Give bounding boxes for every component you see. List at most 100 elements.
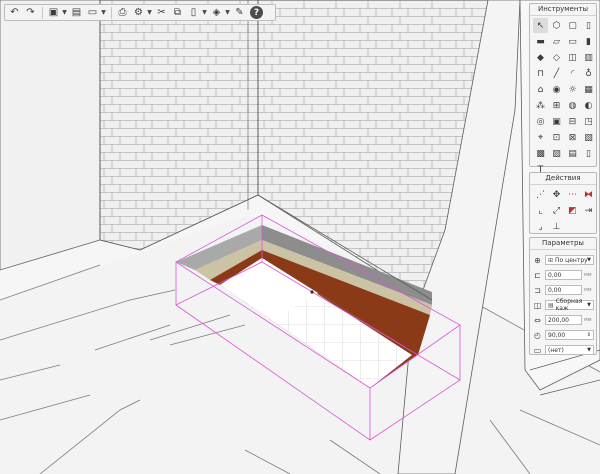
- node-tool-icon[interactable]: ⬡: [549, 18, 564, 33]
- grid-icon: ⊞: [548, 256, 554, 264]
- params-panel: Параметры ⊕ ⊞ По центру ▼ ⊏ 0,00 мм ⊐ 0,…: [529, 237, 597, 355]
- unit-label: мм: [584, 317, 592, 323]
- alignment-icon: ⊕: [534, 255, 541, 265]
- lamp-tool-icon[interactable]: ☼: [565, 82, 580, 97]
- camera-tool-icon[interactable]: ◎: [533, 114, 548, 129]
- line-tool-icon[interactable]: ╱: [549, 66, 564, 81]
- undo-icon[interactable]: ↶: [7, 6, 22, 20]
- offset-icon[interactable]: ⌟: [533, 219, 548, 234]
- angle-icon: ◴: [534, 330, 541, 340]
- offset-y-value: 0,00: [548, 286, 562, 294]
- beam-tool-icon[interactable]: ◆: [533, 50, 548, 65]
- param-alignment-row: ⊕ ⊞ По центру ▼: [530, 253, 596, 267]
- roof-tool-icon[interactable]: ◇: [549, 50, 564, 65]
- offset-y-icon: ⊐: [534, 285, 541, 295]
- save-icon[interactable]: ▭: [85, 6, 100, 20]
- thickness-field[interactable]: 200,00: [545, 315, 582, 325]
- param-thickness-row: ⇔ 200,00 мм: [530, 313, 596, 327]
- slab-tool-icon[interactable]: ▱: [549, 34, 564, 49]
- print-icon[interactable]: ⎙: [115, 6, 130, 20]
- niche-tool-icon[interactable]: ⊡: [549, 130, 564, 145]
- paste-icon[interactable]: ▯: [186, 6, 201, 20]
- profile-icon: ◫: [533, 300, 542, 310]
- material-tool-icon[interactable]: ◍: [565, 98, 580, 113]
- chevron-down-icon[interactable]: ▼: [202, 6, 207, 20]
- open-icon[interactable]: ▤: [69, 6, 84, 20]
- trim-tool-icon[interactable]: ▧: [581, 130, 596, 145]
- panel-tool-icon[interactable]: ▭: [565, 34, 580, 49]
- layers-icon: ▤: [548, 301, 554, 309]
- extend-icon[interactable]: ⇥: [581, 203, 596, 218]
- tools-icon[interactable]: ✎: [232, 6, 247, 20]
- corner-icon[interactable]: ⌞: [533, 203, 548, 218]
- param-offset-y-row: ⊐ 0,00 мм: [530, 283, 596, 297]
- param-extra-row: ▭ (нет) ▼: [530, 343, 596, 357]
- recess-tool-icon[interactable]: ⊠: [565, 130, 580, 145]
- object-tool-icon[interactable]: ♁: [581, 66, 596, 81]
- select-tool-icon[interactable]: ↖: [533, 18, 548, 33]
- plumbing-tool-icon[interactable]: ◉: [549, 82, 564, 97]
- group-tool-icon[interactable]: ⁂: [533, 98, 548, 113]
- main-toolbar: ↶ ↷ ▣ ▼ ▤ ▭ ▼ ⎙ ⚙ ▼ ✂ ⧉ ▯ ▼ ◈ ▼ ✎ ?: [4, 4, 276, 21]
- thickness-icon: ⇔: [534, 315, 541, 325]
- rectangle-tool-icon[interactable]: ▢: [565, 18, 580, 33]
- tools-grid: ↖ ⬡ ▢ ▯ ▬ ▱ ▭ ▮ ◆ ◇ ◫ ▥ ⊓ ╱ ◜ ♁ ⌂ ◉ ☼ ▦ …: [530, 16, 596, 179]
- wall-tool-icon[interactable]: ▬: [533, 34, 548, 49]
- arc-tool-icon[interactable]: ◜: [565, 66, 580, 81]
- mirror-icon[interactable]: ⧓: [581, 187, 596, 202]
- cabinet-tool-icon[interactable]: ▯: [581, 146, 596, 161]
- zone-tool-icon[interactable]: ▦: [581, 82, 596, 97]
- door-tool-icon[interactable]: ▯: [581, 18, 596, 33]
- cut-tool-icon[interactable]: ⌖: [533, 130, 548, 145]
- extra-select[interactable]: (нет) ▼: [545, 345, 594, 355]
- chevron-down-icon[interactable]: ▼: [147, 6, 152, 20]
- toolbar-divider: [42, 6, 43, 19]
- chevron-down-icon[interactable]: ▼: [101, 6, 106, 20]
- stepper-icon: ⇕: [586, 332, 591, 338]
- array-icon[interactable]: ⊥: [549, 219, 564, 234]
- offset-x-value: 0,00: [548, 271, 562, 279]
- pattern-tool-icon[interactable]: ▨: [549, 146, 564, 161]
- chevron-down-icon[interactable]: ▼: [62, 6, 67, 20]
- hole-tool-icon[interactable]: ⊟: [565, 114, 580, 129]
- align-icon[interactable]: ⋰: [533, 187, 548, 202]
- border-tool-icon[interactable]: ▩: [533, 146, 548, 161]
- grid-tool-icon[interactable]: ▤: [565, 146, 580, 161]
- rotate-icon[interactable]: ⤢: [549, 203, 564, 218]
- distribute-icon[interactable]: ⋯: [565, 187, 580, 202]
- alignment-select[interactable]: ⊞ По центру ▼: [545, 255, 594, 265]
- redo-icon[interactable]: ↷: [23, 6, 38, 20]
- offset-x-field[interactable]: 0,00: [545, 270, 582, 280]
- actions-panel: Действия ⋰ ✥ ⋯ ⧓ ⌞ ⤢ ◩ ⇥ ⌟ ⊥: [529, 172, 597, 234]
- window-tool-icon[interactable]: ◫: [565, 50, 580, 65]
- railing-tool-icon[interactable]: ⊓: [533, 66, 548, 81]
- tools-panel: Инструменты ↖ ⬡ ▢ ▯ ▬ ▱ ▭ ▮ ◆ ◇ ◫ ▥ ⊓ ╱ …: [529, 3, 597, 175]
- opening-tool-icon[interactable]: ◳: [581, 114, 596, 129]
- layers-icon[interactable]: ◈: [209, 6, 224, 20]
- box-tool-icon[interactable]: ▣: [549, 114, 564, 129]
- column-tool-icon[interactable]: ▮: [581, 34, 596, 49]
- extra-value: (нет): [548, 346, 564, 354]
- settings-icon[interactable]: ⚙: [131, 6, 146, 20]
- actions-panel-title: Действия: [530, 173, 596, 185]
- snap-icon[interactable]: ◩: [565, 203, 580, 218]
- param-offset-x-row: ⊏ 0,00 мм: [530, 268, 596, 282]
- stair-tool-icon[interactable]: ▥: [581, 50, 596, 65]
- angle-value: 90,00: [548, 331, 566, 339]
- viewport-3d[interactable]: [0, 0, 600, 474]
- dimension-tool-icon[interactable]: ⊞: [549, 98, 564, 113]
- copy-icon[interactable]: ⧉: [170, 6, 185, 20]
- param-angle-row: ◴ 90,00 ⇕: [530, 328, 596, 342]
- tools-panel-title: Инструменты: [530, 4, 596, 16]
- help-icon[interactable]: ?: [250, 6, 263, 19]
- profile-select[interactable]: ▤ Сборная каж ▼: [545, 298, 594, 312]
- angle-field[interactable]: 90,00 ⇕: [545, 330, 594, 340]
- view3d-icon[interactable]: ▣: [46, 6, 61, 20]
- chevron-down-icon[interactable]: ▼: [225, 6, 230, 20]
- texture-tool-icon[interactable]: ◐: [581, 98, 596, 113]
- params-panel-title: Параметры: [530, 238, 596, 250]
- move-icon[interactable]: ✥: [549, 187, 564, 202]
- offset-y-field[interactable]: 0,00: [545, 285, 582, 295]
- furniture-tool-icon[interactable]: ⌂: [533, 82, 548, 97]
- cut-icon[interactable]: ✂: [154, 6, 169, 20]
